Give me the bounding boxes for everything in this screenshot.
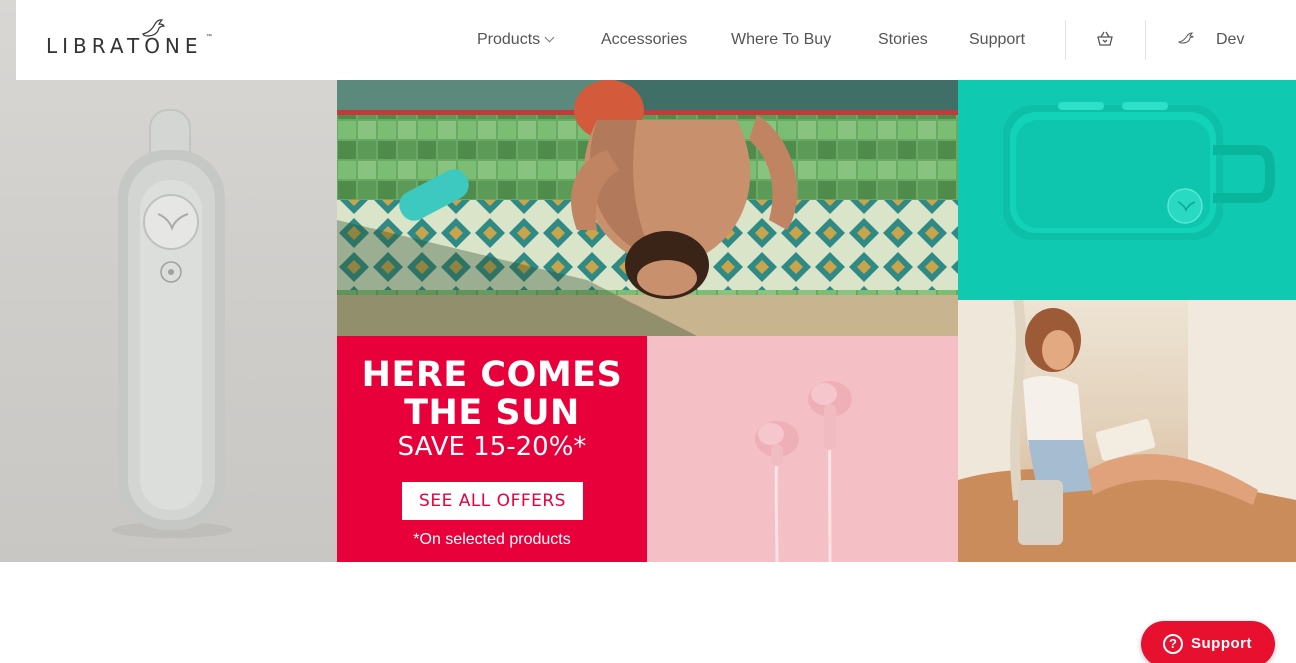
promo-footnote: *On selected products — [413, 531, 571, 548]
support-button-label: Support — [1191, 635, 1252, 652]
nav-accessories[interactable]: Accessories — [601, 30, 687, 50]
promo-headline-line-1: HERE COMES — [361, 355, 623, 395]
nav-divider — [1065, 20, 1066, 60]
chevron-down-icon — [544, 32, 555, 43]
trademark-symbol: ™ — [206, 34, 212, 40]
libratone-logo[interactable]: LIBRATONE ™ — [46, 18, 226, 64]
reading-illustration — [958, 300, 1296, 562]
woman-reading-lifestyle-image[interactable] — [958, 300, 1296, 562]
page: HERE COMES THE SUN SAVE 15-20%* SEE ALL … — [0, 0, 1296, 663]
teal-speaker-product-image[interactable] — [958, 80, 1296, 300]
speaker-product-image[interactable] — [0, 0, 337, 562]
grey-speaker-illustration — [112, 109, 232, 538]
pool-lifestyle-image[interactable] — [337, 80, 958, 336]
promo-headline: HERE COMES THE SUN — [337, 356, 647, 432]
nav-products[interactable]: Products — [477, 30, 555, 50]
nav-products-label: Products — [477, 31, 541, 48]
account-name: Dev — [1216, 31, 1245, 48]
question-circle-icon: ? — [1163, 634, 1183, 654]
promo-headline-line-2: THE SUN — [404, 393, 580, 433]
bird-icon — [1178, 32, 1194, 44]
see-all-offers-button[interactable]: SEE ALL OFFERS — [402, 482, 583, 520]
logo-wordmark: LIBRATONE — [46, 34, 203, 58]
promo-discount: SAVE 15-20%* — [397, 432, 587, 462]
nav-where-to-buy[interactable]: Where To Buy — [731, 30, 831, 50]
nav-support[interactable]: Support — [969, 30, 1025, 50]
earphones-product-image[interactable] — [647, 336, 958, 562]
nav-divider — [1145, 20, 1146, 60]
hero-banner: HERE COMES THE SUN SAVE 15-20%* SEE ALL … — [0, 0, 1296, 562]
site-header: LIBRATONE ™ Products Accessories Where T… — [16, 0, 1280, 80]
support-chat-button[interactable]: ? Support — [1141, 621, 1275, 663]
teal-speaker-illustration — [1003, 102, 1275, 240]
summer-sale-promo: HERE COMES THE SUN SAVE 15-20%* SEE ALL … — [337, 336, 647, 562]
nav-stories[interactable]: Stories — [878, 30, 928, 50]
pool-illustration — [337, 80, 958, 336]
shopping-basket-icon[interactable] — [1095, 30, 1115, 48]
pink-earphones-illustration — [755, 381, 852, 562]
